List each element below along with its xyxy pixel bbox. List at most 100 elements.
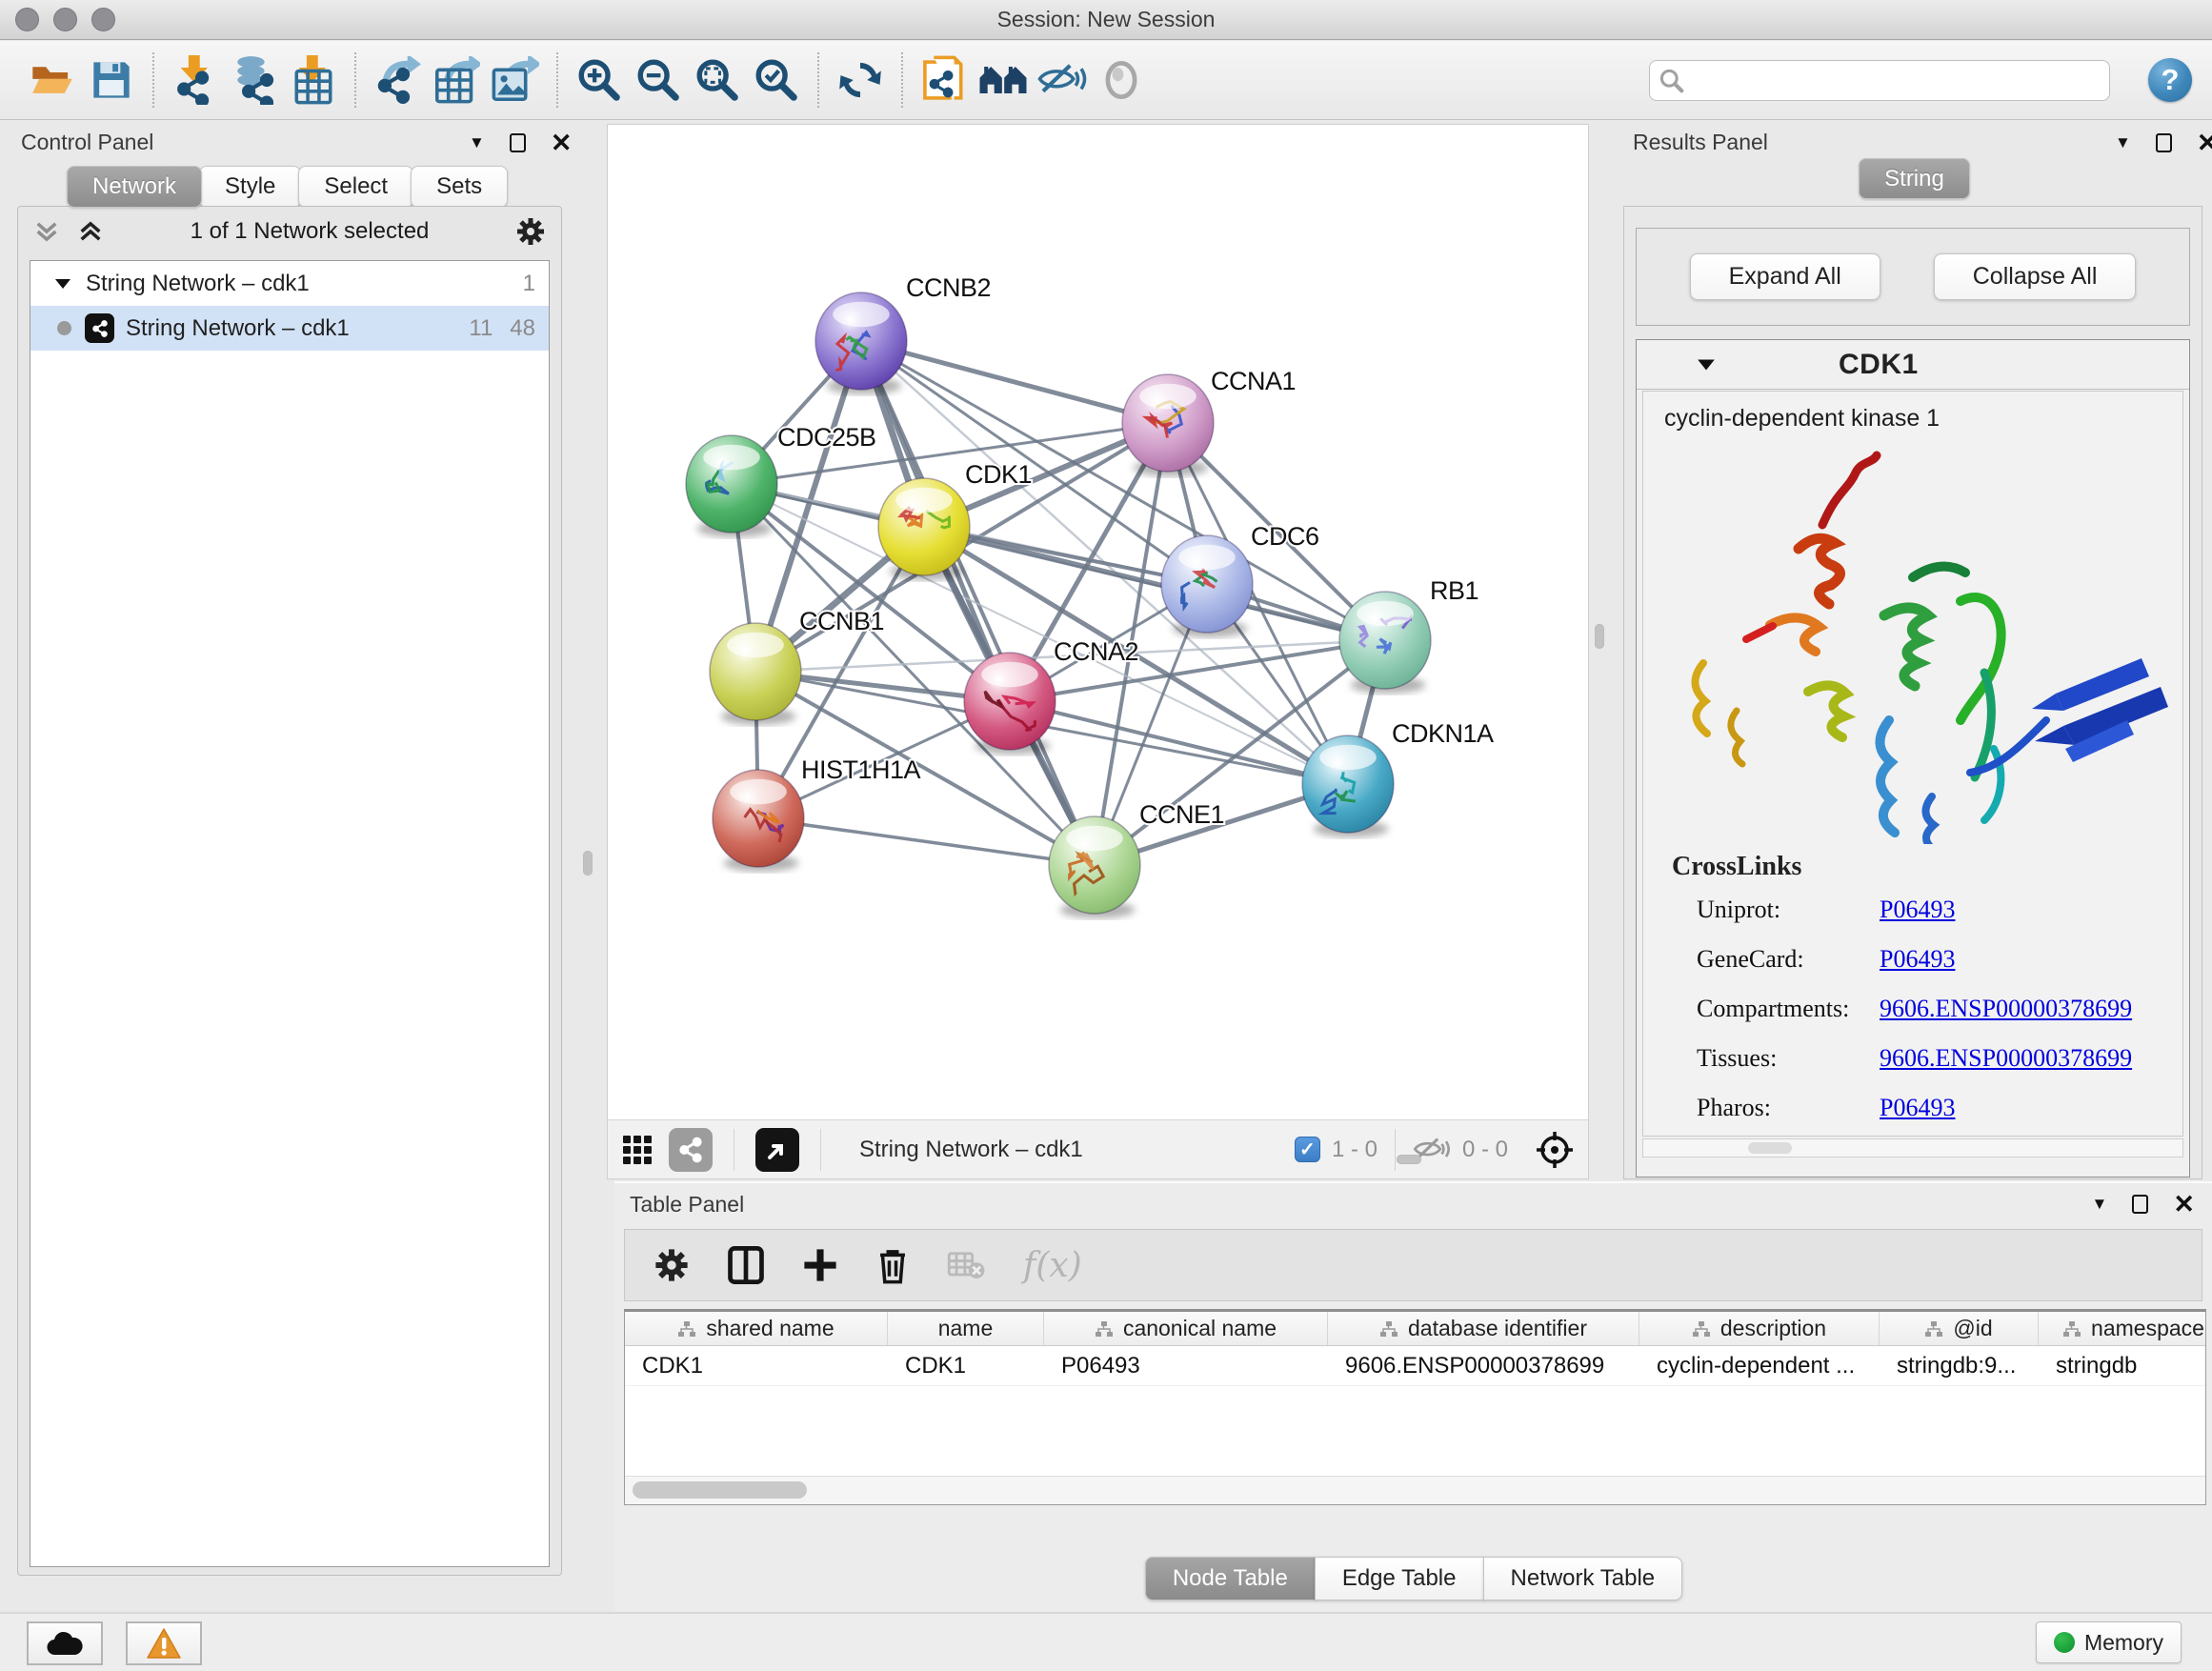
zoom-fit-button[interactable]	[688, 50, 747, 111]
table-row[interactable]: CDK1CDK1P064939606.ENSP00000378699cyclin…	[625, 1346, 2205, 1386]
tab-network-table[interactable]: Network Table	[1483, 1557, 1683, 1601]
panel-close-icon[interactable]: ✕	[551, 133, 573, 152]
tab-node-table[interactable]: Node Table	[1145, 1557, 1316, 1601]
cloud-status-button[interactable]	[27, 1621, 103, 1665]
column-header-namespace[interactable]: namespace	[2039, 1312, 2206, 1345]
network-node-cdc6[interactable]	[1161, 535, 1253, 637]
tab-select[interactable]: Select	[298, 166, 413, 208]
network-graph[interactable]: CCNB2CCNA1CDC25BCDK1CDC6RB1CCNB1CCNA2CDK…	[608, 125, 1588, 1119]
column-header--id[interactable]: @id	[1880, 1312, 2039, 1345]
network-node-cdc25b[interactable]	[686, 435, 777, 537]
tree-expand-icon[interactable]	[53, 274, 72, 293]
birds-eye-view-icon[interactable]	[1535, 1130, 1575, 1170]
traffic-lights[interactable]	[15, 8, 115, 31]
table-cell[interactable]: stringdb:9...	[1880, 1346, 2039, 1385]
minimize-window-button[interactable]	[53, 8, 77, 31]
new-network-from-selection-button[interactable]	[915, 50, 974, 111]
panel-close-icon[interactable]: ✕	[2173, 1195, 2195, 1214]
crosslink-link[interactable]: 9606.ENSP00000378699	[1880, 995, 2132, 1023]
add-column-icon[interactable]	[802, 1247, 838, 1283]
table-cell[interactable]: CDK1	[625, 1346, 888, 1385]
first-neighbors-button[interactable]	[974, 50, 1033, 111]
crosslink-link[interactable]: P06493	[1880, 896, 1955, 924]
network-node-rb1[interactable]	[1339, 592, 1431, 694]
network-node-cdkn1a[interactable]	[1302, 735, 1394, 837]
crosslink-link[interactable]: P06493	[1880, 1094, 1955, 1122]
memory-button[interactable]: Memory	[2036, 1621, 2182, 1663]
search-input[interactable]	[1684, 69, 2084, 93]
network-row[interactable]: String Network – cdk1 11 48	[30, 306, 549, 351]
network-node-ccna1[interactable]	[1122, 374, 1214, 476]
help-button[interactable]: ?	[2148, 58, 2192, 102]
panel-menu-icon[interactable]: ▼	[2115, 133, 2131, 152]
crosslink-link[interactable]: 9606.ENSP00000378699	[1880, 1044, 2132, 1073]
panel-menu-icon[interactable]: ▼	[2092, 1195, 2108, 1214]
import-network-file-button[interactable]	[166, 50, 225, 111]
show-columns-icon[interactable]	[728, 1246, 764, 1284]
expand-all-icon[interactable]	[77, 219, 104, 244]
export-table-button[interactable]	[427, 50, 486, 111]
zoom-in-button[interactable]	[570, 50, 629, 111]
search-field[interactable]	[1649, 60, 2110, 101]
network-collection-row[interactable]: String Network – cdk1 1	[30, 261, 549, 306]
table-cell[interactable]: cyclin-dependent ...	[1639, 1346, 1880, 1385]
collapse-all-button[interactable]: Collapse All	[1934, 253, 2137, 300]
apply-layout-button[interactable]	[831, 50, 890, 111]
node-table[interactable]: shared namenamecanonical namedatabase id…	[624, 1309, 2206, 1505]
zoom-selected-button[interactable]	[747, 50, 806, 111]
selected-checkbox[interactable]: ✓	[1295, 1137, 1320, 1162]
grid-view-icon[interactable]	[621, 1134, 654, 1166]
column-header-description[interactable]: description	[1639, 1312, 1880, 1345]
column-header-shared-name[interactable]: shared name	[625, 1312, 888, 1345]
results-hscrollbar[interactable]	[1642, 1138, 2183, 1158]
network-edge[interactable]	[758, 818, 1095, 865]
column-header-name[interactable]: name	[888, 1312, 1044, 1345]
panel-float-icon[interactable]	[510, 133, 526, 152]
panel-float-icon[interactable]	[2132, 1195, 2148, 1214]
network-node-ccne1[interactable]	[1049, 816, 1140, 918]
crosslink-link[interactable]: P06493	[1880, 945, 1955, 974]
table-cell[interactable]: CDK1	[888, 1346, 1044, 1385]
tab-style[interactable]: Style	[199, 166, 301, 208]
left-splitter-handle[interactable]	[583, 851, 593, 876]
open-in-new-window-button[interactable]	[755, 1128, 799, 1172]
show-all-button[interactable]	[1092, 50, 1151, 111]
network-node-hist1h1a[interactable]	[713, 770, 804, 872]
table-options-gear-icon[interactable]	[654, 1247, 690, 1283]
network-node-ccna2[interactable]	[964, 653, 1056, 755]
close-window-button[interactable]	[15, 8, 39, 31]
table-cell[interactable]: P06493	[1044, 1346, 1328, 1385]
tab-network[interactable]: Network	[67, 166, 202, 208]
open-session-button[interactable]	[23, 50, 82, 111]
network-view[interactable]: CCNB2CCNA1CDC25BCDK1CDC6RB1CCNB1CCNA2CDK…	[607, 124, 1589, 1179]
table-cell[interactable]: stringdb	[2039, 1346, 2206, 1385]
network-node-ccnb1[interactable]	[710, 623, 801, 725]
warnings-button[interactable]	[126, 1621, 202, 1665]
tab-edge-table[interactable]: Edge Table	[1315, 1557, 1484, 1601]
network-options-gear-icon[interactable]	[515, 216, 546, 247]
hide-selected-button[interactable]	[1033, 50, 1092, 111]
section-collapse-icon[interactable]	[1696, 355, 1717, 374]
table-hscroll-thumb[interactable]	[633, 1481, 807, 1499]
table-hscrollbar[interactable]	[625, 1476, 2205, 1504]
right-splitter-handle[interactable]	[1595, 624, 1604, 649]
export-network-button[interactable]	[368, 50, 427, 111]
export-image-button[interactable]	[486, 50, 545, 111]
bottom-splitter-handle[interactable]	[1397, 1155, 1421, 1164]
column-header-canonical-name[interactable]: canonical name	[1044, 1312, 1328, 1345]
column-header-database-identifier[interactable]: database identifier	[1328, 1312, 1639, 1345]
network-badge-icon[interactable]	[669, 1128, 713, 1172]
collapse-all-icon[interactable]	[33, 219, 60, 244]
import-network-database-button[interactable]	[225, 50, 284, 111]
panel-close-icon[interactable]: ✕	[2197, 133, 2212, 152]
tab-string[interactable]: String	[1859, 158, 1970, 199]
panel-menu-icon[interactable]: ▼	[469, 133, 485, 152]
panel-float-icon[interactable]	[2156, 133, 2172, 152]
delete-column-icon[interactable]	[876, 1246, 909, 1284]
expand-all-button[interactable]: Expand All	[1690, 253, 1880, 300]
table-cell[interactable]: 9606.ENSP00000378699	[1328, 1346, 1639, 1385]
zoom-out-button[interactable]	[629, 50, 688, 111]
import-table-button[interactable]	[284, 50, 343, 111]
save-session-button[interactable]	[82, 50, 141, 111]
maximize-window-button[interactable]	[91, 8, 115, 31]
